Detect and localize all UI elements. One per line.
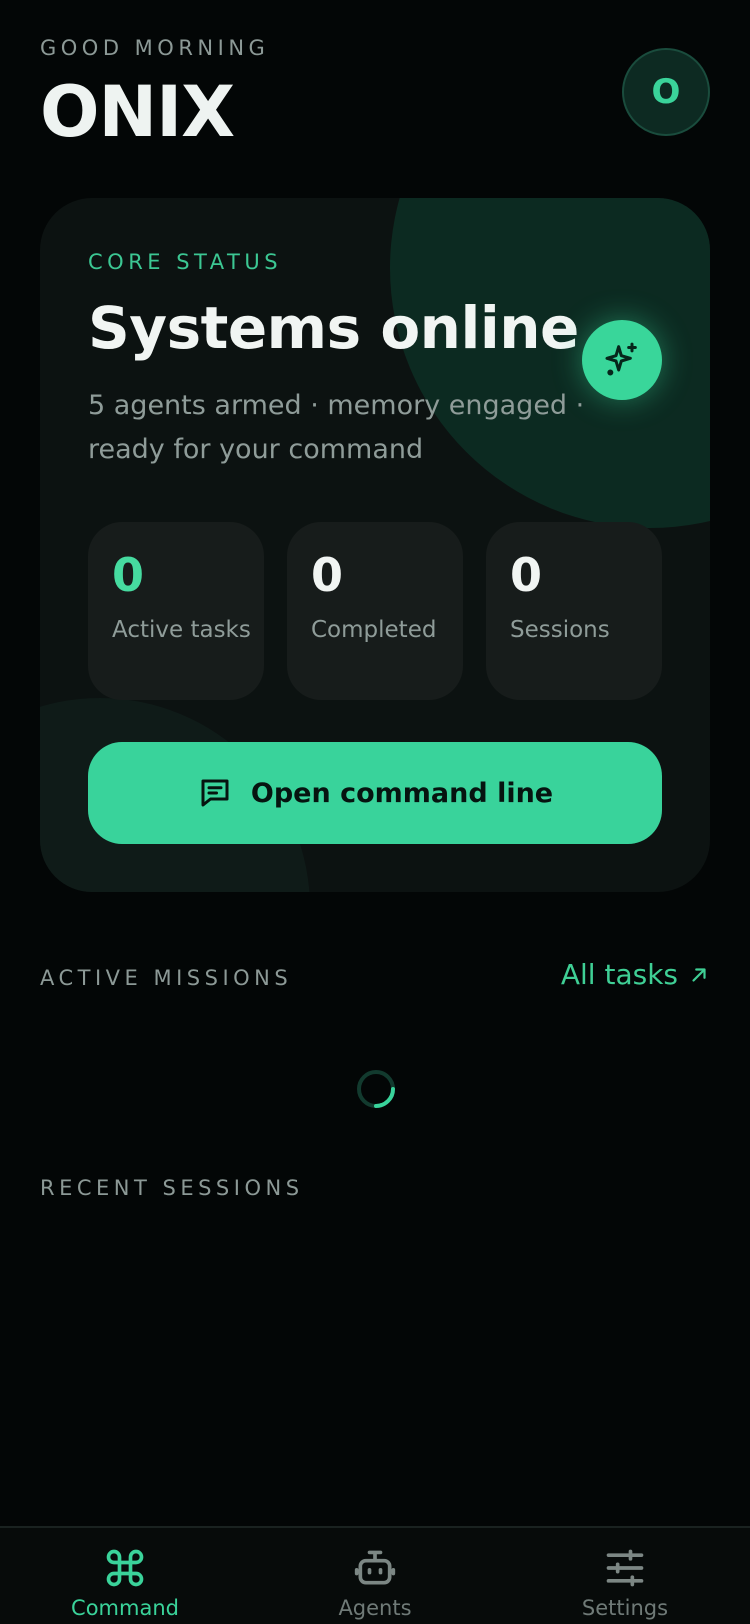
nav-item-agents[interactable]: Agents <box>250 1528 500 1624</box>
avatar-initial: O <box>651 72 681 112</box>
home-screen: GOOD MORNING ONIX O CORE STATUS Systems … <box>0 0 750 1624</box>
core-status-label: CORE STATUS <box>88 250 283 274</box>
open-command-line-label: Open command line <box>250 777 554 809</box>
command-icon <box>106 1549 144 1587</box>
all-tasks-label: All tasks <box>560 958 678 991</box>
sparkle-icon <box>605 342 637 376</box>
nav-item-command[interactable]: Command <box>0 1528 250 1624</box>
recent-sessions-label: RECENT SESSIONS <box>40 1176 304 1200</box>
status-headline: Systems online <box>88 294 579 362</box>
message-square-icon <box>201 779 229 807</box>
nav-item-settings[interactable]: Settings <box>500 1528 750 1624</box>
loading-spinner <box>357 1070 395 1108</box>
stat-sessions: 0 Sessions <box>486 522 662 700</box>
card-glow-decoration <box>390 198 710 528</box>
arrow-up-right-icon <box>692 967 706 982</box>
sparkle-button[interactable] <box>582 320 662 400</box>
sliders-icon <box>606 1549 644 1587</box>
status-subline: 5 agents armed · memory engaged · ready … <box>88 390 585 465</box>
stat-value: 0 <box>510 548 543 602</box>
robot-icon <box>354 1550 396 1585</box>
stat-label: Active tasks <box>112 617 251 643</box>
bottom-nav: Command Agents Settings <box>0 1526 750 1624</box>
nav-label: Agents <box>338 1596 412 1620</box>
stat-completed: 0 Completed <box>287 522 463 700</box>
core-status-card: CORE STATUS Systems online 5 agents arme… <box>40 198 710 892</box>
active-missions-label: ACTIVE MISSIONS <box>40 966 293 990</box>
greeting-text: GOOD MORNING <box>40 36 270 60</box>
nav-label: Settings <box>581 1596 669 1620</box>
stat-label: Sessions <box>510 617 610 643</box>
brand-title: ONIX <box>40 71 235 153</box>
avatar[interactable]: O <box>622 48 710 136</box>
stat-active-tasks: 0 Active tasks <box>88 522 264 700</box>
nav-label: Command <box>71 1596 179 1620</box>
open-command-line-button[interactable]: Open command line <box>88 742 662 844</box>
all-tasks-link[interactable]: All tasks <box>561 958 710 991</box>
stat-value: 0 <box>112 548 145 602</box>
stat-label: Completed <box>311 617 437 643</box>
stat-value: 0 <box>311 548 344 602</box>
